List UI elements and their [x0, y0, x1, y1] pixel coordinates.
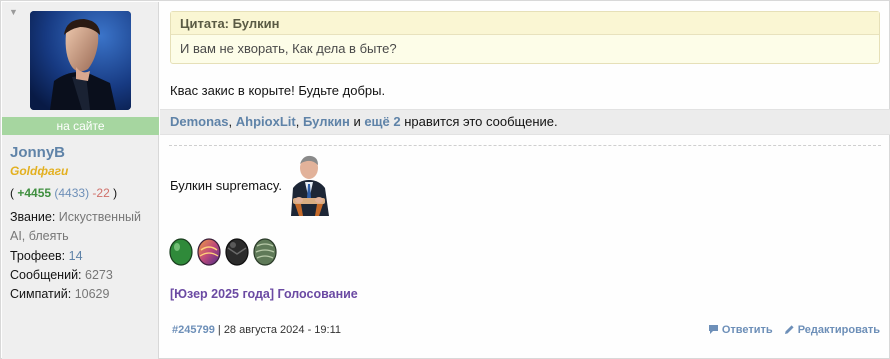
- reply-label: Ответить: [721, 324, 773, 336]
- user-panel: ▼ на сайте JonnyB Goldфаги (+4455 (4433…: [2, 2, 159, 359]
- likes-suffix: нравится это сообщение.: [404, 114, 558, 129]
- post-content: Цитата: Булкин И вам не хворать, Как дел…: [160, 2, 890, 359]
- online-status-bar: на сайте: [2, 117, 159, 135]
- rep-close: ): [113, 186, 118, 200]
- edit-button[interactable]: Редактировать: [784, 324, 880, 336]
- likes-and: и: [353, 114, 361, 129]
- speech-bubble-icon: [708, 325, 718, 334]
- rep-negative: -22: [92, 186, 110, 200]
- likes-more-link[interactable]: ещё 2: [364, 114, 400, 129]
- user-likes: Симпатий: 10629: [10, 285, 109, 304]
- likes-label: Симпатий:: [10, 287, 72, 301]
- vote-link[interactable]: [Юзер 2025 года] Голосование: [170, 287, 358, 301]
- signature-text: Булкин supremacy.: [170, 178, 283, 193]
- likes-value: 10629: [74, 287, 110, 301]
- user-title: Goldфаги: [10, 164, 69, 178]
- reputation: ( +4455 (4433) -22 ): [10, 186, 117, 200]
- collapse-arrow-icon[interactable]: ▼: [9, 8, 18, 17]
- trophies-label: Трофеев:: [10, 249, 66, 263]
- rep-positive: +4455: [17, 186, 52, 200]
- post-footer: #245799 | 28 августа 2024 - 19:11 Ответи…: [172, 324, 880, 340]
- avatar[interactable]: [30, 11, 131, 110]
- user-trophies: Трофеев: 14: [10, 247, 83, 266]
- rep-open: (: [10, 186, 14, 200]
- scaled-egg-icon[interactable]: [252, 236, 278, 266]
- signature-image: [285, 154, 333, 216]
- user-rank: Звание: Искуственный AI, блеять: [10, 208, 155, 246]
- rep-total: (4433): [54, 186, 90, 200]
- like-user-link[interactable]: AhpioxLit: [236, 114, 296, 129]
- likes-bar: Demonas, AhpioxLit, Булкин и ещё 2 нрави…: [160, 109, 890, 135]
- dark-egg-icon[interactable]: [224, 236, 250, 266]
- green-egg-icon[interactable]: [168, 236, 194, 266]
- post-separator: |: [217, 324, 221, 336]
- signature-divider: [169, 145, 881, 146]
- username[interactable]: JonnyB: [10, 144, 65, 161]
- rank-label: Звание:: [10, 210, 56, 224]
- trophies-value[interactable]: 14: [69, 249, 83, 263]
- messages-value: 6273: [85, 268, 113, 282]
- like-user-link[interactable]: Булкин: [303, 114, 350, 129]
- edit-label: Редактировать: [797, 324, 880, 336]
- messages-label: Сообщений:: [10, 268, 82, 282]
- forum-post: ▼ на сайте JonnyB Goldфаги (+4455 (4433…: [0, 0, 890, 359]
- pencil-icon: [784, 325, 794, 334]
- post-actions: Ответить Редактировать: [700, 324, 880, 336]
- likes-sep: ,: [228, 114, 233, 129]
- fire-egg-icon[interactable]: [196, 236, 222, 266]
- message-text: Квас закис в корыте! Будьте добры.: [170, 83, 386, 98]
- quote-text: И вам не хворать, Как дела в быте?: [180, 41, 397, 56]
- post-date: 28 августа 2024 - 19:11: [223, 324, 341, 336]
- user-messages: Сообщений: 6273: [10, 266, 113, 285]
- like-user-link[interactable]: Demonas: [170, 114, 229, 129]
- likes-sep: ,: [295, 114, 300, 129]
- post-id-link[interactable]: #245799: [172, 324, 215, 336]
- quote-block: Цитата: Булкин И вам не хворать, Как дел…: [170, 11, 880, 64]
- reply-button[interactable]: Ответить: [708, 324, 773, 336]
- quote-header: Цитата: Булкин: [171, 12, 879, 35]
